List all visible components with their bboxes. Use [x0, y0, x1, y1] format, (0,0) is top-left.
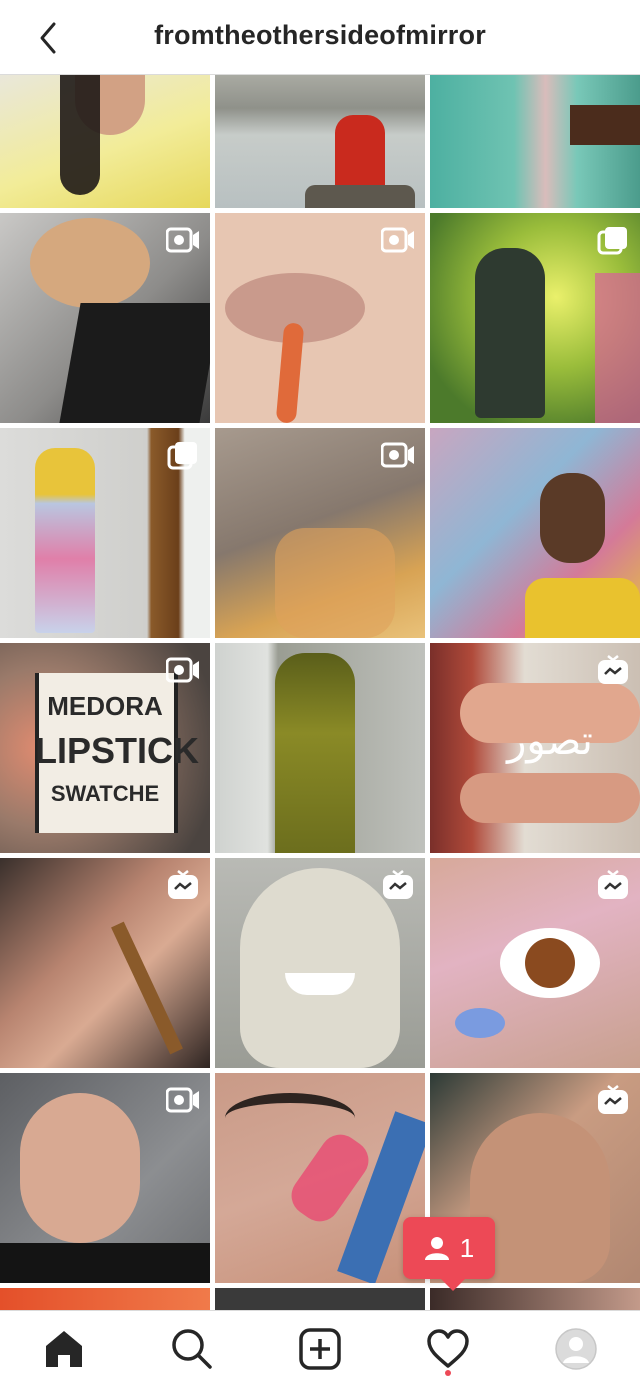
post-tile[interactable]: MEDORA LIPSTICK SWATCHE — [0, 643, 210, 853]
post-tile[interactable] — [0, 213, 210, 423]
post-tile[interactable] — [215, 75, 425, 208]
carousel-icon — [166, 440, 200, 470]
post-tile[interactable]: تصور — [430, 643, 640, 853]
activity-notification-bubble[interactable]: 1 — [403, 1217, 495, 1291]
nav-home[interactable] — [0, 1311, 128, 1387]
post-tile[interactable] — [215, 213, 425, 423]
post-tile[interactable] — [430, 428, 640, 638]
post-tile[interactable] — [215, 1288, 425, 1310]
igtv-icon — [596, 655, 630, 685]
nav-new-post[interactable] — [256, 1311, 384, 1387]
activity-heart-icon — [427, 1329, 469, 1368]
carousel-icon — [596, 225, 630, 255]
new-post-icon — [299, 1328, 341, 1370]
video-icon — [380, 440, 415, 470]
post-tile[interactable] — [430, 1288, 640, 1310]
post-tile[interactable] — [0, 428, 210, 638]
video-icon — [165, 1085, 200, 1115]
posts-grid: MEDORA LIPSTICK SWATCHE تصور — [0, 75, 640, 1310]
post-tile[interactable] — [430, 75, 640, 208]
post-tile[interactable] — [215, 428, 425, 638]
urdu-overlay-text: تصور — [507, 719, 593, 763]
igtv-icon — [381, 870, 415, 900]
post-tile[interactable] — [0, 75, 210, 208]
person-icon — [424, 1237, 449, 1260]
swatche-title: SWATCHE — [50, 781, 160, 806]
video-icon — [380, 225, 415, 255]
post-tile[interactable] — [0, 1288, 210, 1310]
igtv-icon — [596, 1085, 630, 1115]
post-tile[interactable] — [430, 858, 640, 1068]
nav-profile[interactable] — [512, 1311, 640, 1387]
post-tile[interactable] — [0, 1073, 210, 1283]
igtv-icon — [596, 870, 630, 900]
medora-title: MEDORA — [47, 691, 163, 721]
video-icon — [165, 655, 200, 685]
home-icon — [46, 1331, 82, 1367]
profile-username: fromtheothersideofmirror — [154, 20, 486, 50]
post-tile[interactable] — [215, 1073, 425, 1283]
nav-search[interactable] — [128, 1311, 256, 1387]
lipstick-title: LIPSTICK — [35, 730, 200, 771]
post-tile[interactable] — [0, 858, 210, 1068]
post-tile[interactable] — [215, 858, 425, 1068]
post-tile[interactable] — [430, 213, 640, 423]
top-bar: fromtheothersideofmirror — [0, 0, 640, 75]
search-icon — [172, 1329, 212, 1369]
notification-count: 1 — [459, 1232, 475, 1263]
bottom-navigation — [0, 1310, 640, 1386]
video-icon — [165, 225, 200, 255]
profile-avatar — [555, 1328, 597, 1370]
post-tile[interactable] — [215, 643, 425, 853]
activity-indicator-dot — [445, 1370, 451, 1376]
igtv-icon — [166, 870, 200, 900]
